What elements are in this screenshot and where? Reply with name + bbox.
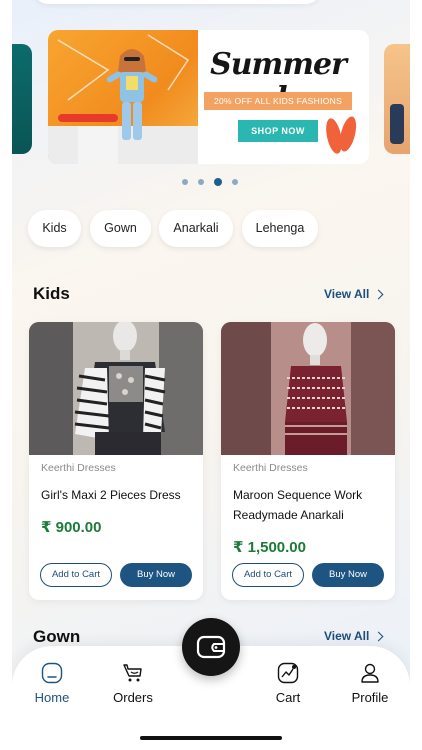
product-card[interactable]: Keerthi Dresses Maroon Sequence Work Rea…: [221, 322, 395, 600]
carousel-indicator: [182, 176, 246, 188]
nav-profile-label: Profile: [351, 690, 389, 705]
shop-now-button[interactable]: SHOP NOW: [238, 120, 318, 142]
nav-home-label: Home: [34, 690, 70, 705]
banner-carousel[interactable]: Summer sale. 20% OFF ALL KIDS FASHIONS S…: [12, 30, 410, 164]
chevron-right-icon: [373, 289, 384, 299]
chip-lehenga[interactable]: Lehenga: [242, 210, 318, 247]
product-details: Keerthi Dresses Maroon Sequence Work Rea…: [233, 462, 387, 525]
carousel-dot[interactable]: [198, 179, 204, 185]
carousel-dot-active[interactable]: [214, 178, 222, 186]
banner-subtitle: 20% OFF ALL KIDS FASHIONS: [204, 92, 352, 110]
product-price: ₹ 1,500.00: [233, 539, 306, 556]
nav-cart[interactable]: Cart: [253, 662, 323, 705]
chip-kids[interactable]: Kids: [28, 210, 81, 247]
carousel-dot[interactable]: [232, 179, 238, 185]
home-indicator: [140, 736, 282, 740]
seller-name: Keerthi Dresses: [41, 462, 116, 474]
view-all-label: View All: [324, 629, 370, 643]
flip-flops-graphic: [326, 116, 357, 154]
profile-icon: [361, 663, 379, 683]
add-to-cart-button[interactable]: Add to Cart: [40, 563, 112, 587]
nav-home[interactable]: Home: [17, 662, 87, 705]
seller-name: Keerthi Dresses: [233, 462, 308, 474]
nav-cart-label: Cart: [275, 690, 301, 705]
shopping-cart-icon: [123, 664, 142, 682]
section-title-kids: Kids: [33, 284, 70, 303]
banner-previous-slide[interactable]: [12, 44, 32, 154]
view-all-kids-link[interactable]: View All: [324, 287, 384, 301]
buy-now-button[interactable]: Buy Now: [312, 563, 384, 587]
home-icon: [41, 662, 63, 684]
child-model-image: [106, 49, 158, 140]
activity-chart-icon: [277, 662, 299, 684]
wallet-fab-button[interactable]: [182, 618, 240, 676]
view-all-gown-link[interactable]: View All: [324, 629, 384, 643]
skateboard-graphic: [58, 114, 118, 122]
chevron-right-icon: [373, 631, 384, 641]
product-card[interactable]: Keerthi Dresses Girl's Maxi 2 Pieces Dre…: [29, 322, 203, 600]
product-name[interactable]: Maroon Sequence Work Readymade Anarkali: [233, 485, 387, 525]
product-image: [221, 322, 395, 455]
nav-orders[interactable]: Orders: [98, 662, 168, 705]
chip-gown[interactable]: Gown: [90, 210, 151, 247]
search-bar[interactable]: [34, 0, 320, 4]
product-image: [29, 322, 203, 455]
summer-sale-banner[interactable]: Summer sale. 20% OFF ALL KIDS FASHIONS S…: [48, 30, 369, 164]
app-screen: Summer sale. 20% OFF ALL KIDS FASHIONS S…: [12, 0, 410, 718]
view-all-label: View All: [324, 287, 370, 301]
carousel-dot[interactable]: [182, 179, 188, 185]
nav-profile[interactable]: Profile: [335, 662, 405, 705]
buy-now-button[interactable]: Buy Now: [120, 563, 192, 587]
product-price: ₹ 900.00: [41, 519, 102, 536]
add-to-cart-button[interactable]: Add to Cart: [232, 563, 304, 587]
banner-next-slide[interactable]: [384, 44, 410, 154]
nav-orders-label: Orders: [113, 690, 153, 705]
chip-anarkali[interactable]: Anarkali: [159, 210, 233, 247]
product-name[interactable]: Girl's Maxi 2 Pieces Dress: [41, 485, 195, 505]
wallet-icon: [196, 635, 226, 659]
section-title-gown: Gown: [33, 627, 81, 646]
product-details: Keerthi Dresses Girl's Maxi 2 Pieces Dre…: [41, 462, 195, 505]
